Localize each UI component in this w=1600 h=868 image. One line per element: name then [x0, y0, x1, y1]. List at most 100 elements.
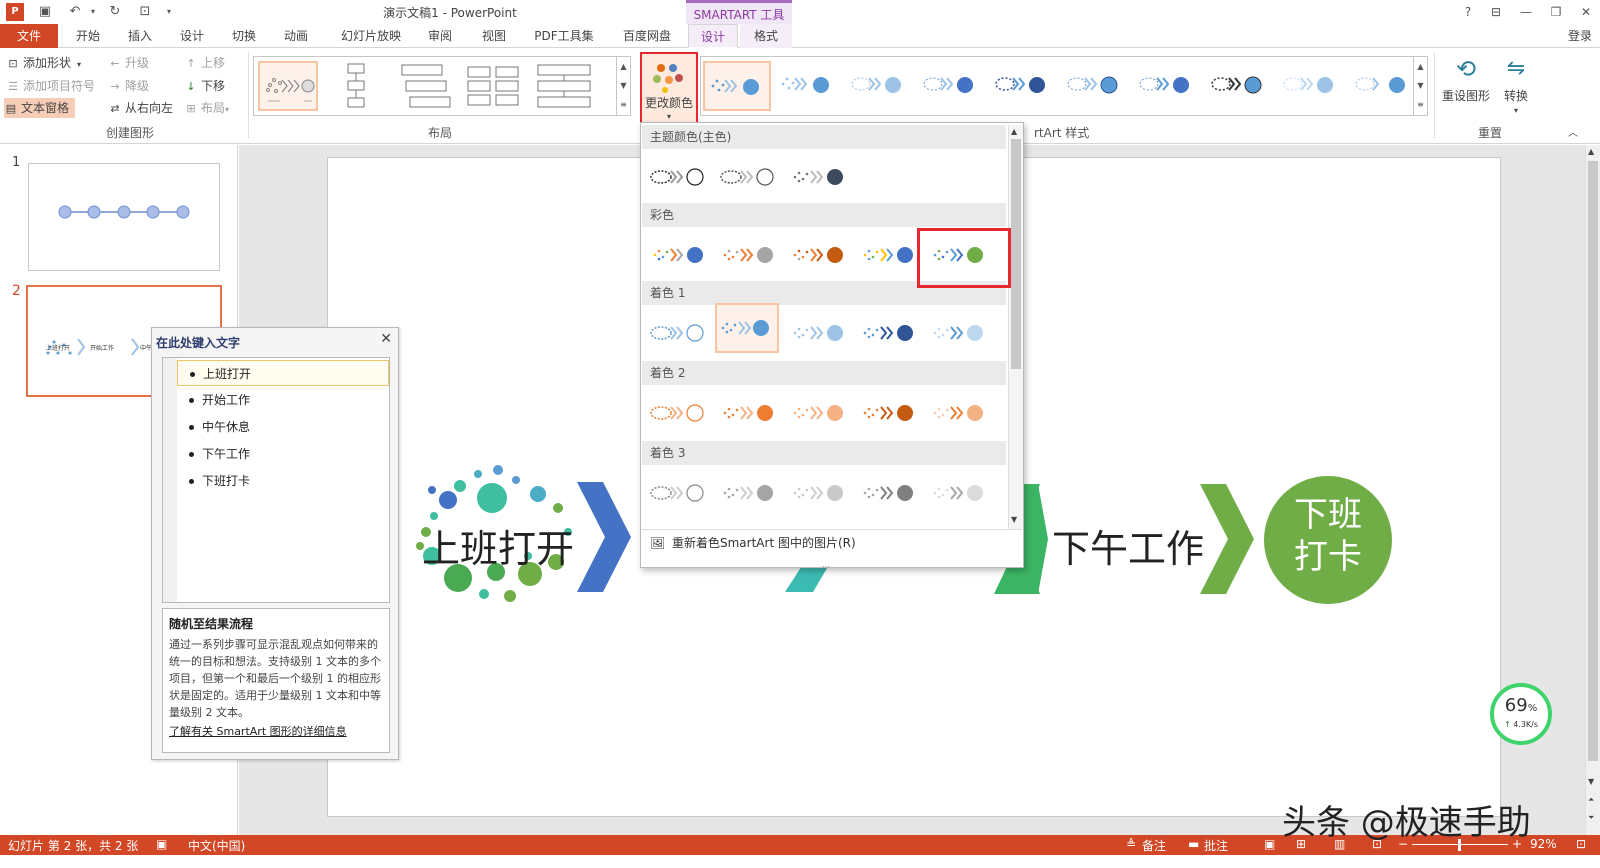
notes-icon[interactable]: ≜ [1126, 837, 1136, 851]
layout-more-info-link[interactable]: 了解有关 SmartArt 图形的详细信息 [169, 723, 383, 739]
minimize-icon[interactable]: — [1514, 2, 1538, 22]
ribbon-display-icon[interactable]: ⊟ [1484, 2, 1508, 22]
tab-review[interactable]: 审阅 [418, 24, 462, 48]
comments-button[interactable]: 批注 [1204, 837, 1228, 854]
recolor-pictures-option[interactable]: 🖼 重新着色SmartArt 图中的图片(R) ⋯ [642, 529, 1022, 571]
collapse-ribbon-icon[interactable]: ︿ [1568, 124, 1578, 144]
previous-slide-icon[interactable]: ⏶ [1588, 795, 1594, 805]
chevron-arrow-4[interactable] [1196, 484, 1256, 594]
style-cartoon[interactable] [1207, 61, 1275, 111]
tab-design[interactable]: 设计 [170, 24, 214, 48]
zoom-level[interactable]: 92% [1530, 837, 1557, 851]
tab-home[interactable]: 开始 [66, 24, 110, 48]
language-indicator[interactable]: 中文(中国) [188, 837, 245, 854]
color-option-accent3-fill[interactable] [719, 467, 783, 517]
color-option-colorful-1[interactable] [649, 229, 713, 279]
tab-pdf-tools[interactable]: PDF工具集 [528, 24, 600, 48]
style-intense-effect[interactable] [991, 61, 1059, 111]
login-link[interactable]: 登录 [1560, 24, 1600, 48]
restore-icon[interactable]: ❐ [1544, 2, 1568, 22]
color-option-accent3-gradient-range[interactable] [789, 467, 853, 517]
text-pane-item[interactable]: 开始工作 [177, 387, 389, 413]
color-option-accent1-outline[interactable] [649, 307, 713, 357]
color-option-accent2-gradient-range[interactable] [789, 387, 853, 437]
color-option-accent1-gradient-loop[interactable] [859, 307, 923, 357]
tab-insert[interactable]: 插入 [118, 24, 162, 48]
style-subtle-effect[interactable] [847, 61, 915, 111]
demote-button[interactable]: → 降级 [108, 76, 149, 96]
color-option-colorful-4[interactable] [859, 229, 923, 279]
chevron-arrow-1[interactable] [573, 482, 633, 592]
scroll-down-icon[interactable]: ▼ [1588, 777, 1594, 786]
color-option-dark-2-fill[interactable] [789, 151, 853, 201]
styles-up-icon[interactable]: ▲ [1414, 57, 1427, 76]
vertical-scrollbar[interactable]: ▲ ▼ ⏶ ⏷ [1585, 145, 1600, 835]
dropdown-scroll-up-icon[interactable]: ▲ [1011, 127, 1017, 136]
next-slide-icon[interactable]: ⏷ [1588, 813, 1594, 823]
tab-file[interactable]: 文件 [0, 24, 58, 48]
tab-slideshow[interactable]: 幻灯片放映 [334, 24, 408, 48]
layout-button[interactable]: ⊞ 布局▾ [184, 98, 229, 118]
dropdown-scroll-thumb[interactable] [1011, 139, 1021, 369]
reset-graphic-button[interactable]: ⟲ 重设图形 [1440, 52, 1492, 112]
color-option-colorful-2[interactable] [719, 229, 783, 279]
tab-baidu-netdisk[interactable]: 百度网盘 [614, 24, 680, 48]
dropdown-scrollbar[interactable]: ▲ ▼ [1008, 125, 1023, 529]
text-pane-item[interactable]: 下班打卡 [177, 468, 389, 494]
scroll-thumb[interactable] [1588, 161, 1598, 761]
style-brick[interactable] [1351, 61, 1413, 111]
move-up-button[interactable]: ↑ 上移 [184, 53, 225, 73]
layout-step-down[interactable] [396, 61, 456, 111]
slide-thumbnail-1[interactable] [28, 163, 220, 271]
style-moderate-effect[interactable] [919, 61, 987, 111]
notes-button[interactable]: 备注 [1142, 837, 1166, 854]
tab-transitions[interactable]: 切换 [222, 24, 266, 48]
tab-view[interactable]: 视图 [472, 24, 516, 48]
styles-gallery-scroll[interactable]: ▲ ▼ ≡ [1413, 57, 1427, 115]
help-icon[interactable]: ? [1456, 2, 1480, 22]
convert-button[interactable]: ⇋ 转换 ▾ [1496, 52, 1536, 122]
text-pane-item[interactable]: 上班打开 [177, 360, 389, 386]
gallery-down-icon[interactable]: ▼ [617, 76, 630, 95]
comments-icon[interactable]: ▬ [1188, 837, 1199, 851]
color-option-accent2-gradient-loop[interactable] [859, 387, 923, 437]
layout-table-hierarchy[interactable] [464, 61, 524, 111]
color-option-accent1-gradient-range[interactable] [789, 307, 853, 357]
style-powder[interactable] [1279, 61, 1347, 111]
smartart-step-4-text[interactable]: 下午工作 [1052, 518, 1204, 573]
styles-more-icon[interactable]: ≡ [1414, 95, 1427, 114]
smartart-step-1-text[interactable]: 上班打开 [422, 518, 574, 573]
text-pane-close-icon[interactable]: ✕ [380, 331, 392, 347]
styles-down-icon[interactable]: ▼ [1414, 76, 1427, 95]
dropdown-scroll-down-icon[interactable]: ▼ [1011, 515, 1017, 524]
normal-view-icon[interactable]: ▣ [1264, 837, 1275, 851]
style-simple-fill[interactable] [703, 61, 771, 111]
layout-random-to-result[interactable] [258, 61, 318, 111]
color-option-dark-2-outline[interactable] [719, 151, 783, 201]
color-option-accent3-outline[interactable] [649, 467, 713, 517]
add-bullet-button[interactable]: ☰ 添加项目符号 [6, 76, 95, 96]
style-inset[interactable] [1135, 61, 1203, 111]
layouts-gallery-scroll[interactable]: ▲ ▼ ≡ [616, 57, 630, 115]
close-icon[interactable]: ✕ [1574, 2, 1598, 22]
gallery-up-icon[interactable]: ▲ [617, 57, 630, 76]
fit-to-window-icon[interactable]: ⊡ [1576, 837, 1586, 851]
tab-animations[interactable]: 动画 [274, 24, 318, 48]
scroll-up-icon[interactable]: ▲ [1588, 147, 1594, 156]
color-option-accent2-outline[interactable] [649, 387, 713, 437]
text-pane-item[interactable]: 中午休息 [177, 414, 389, 440]
gallery-more-icon[interactable]: ≡ [617, 95, 630, 114]
color-option-accent3-gradient-loop[interactable] [859, 467, 923, 517]
promote-button[interactable]: ← 升级 [108, 53, 149, 73]
style-white-outline[interactable] [775, 61, 843, 111]
color-option-dark-1-outline[interactable] [649, 151, 713, 201]
resize-grip-icon[interactable]: ⋯ [822, 554, 830, 580]
color-option-accent2-transparent[interactable] [929, 387, 993, 437]
spellcheck-icon[interactable]: ▣ [156, 837, 167, 851]
right-to-left-button[interactable]: ⇄ 从右向左 [108, 98, 173, 118]
text-pane-button[interactable]: ▤ 文本窗格 [4, 98, 76, 118]
tab-smartart-format[interactable]: 格式 [740, 24, 792, 48]
color-option-accent1-fill-selected[interactable] [715, 303, 779, 353]
layout-segmented-list[interactable] [534, 61, 594, 111]
color-option-accent1-transparent[interactable] [929, 307, 993, 357]
